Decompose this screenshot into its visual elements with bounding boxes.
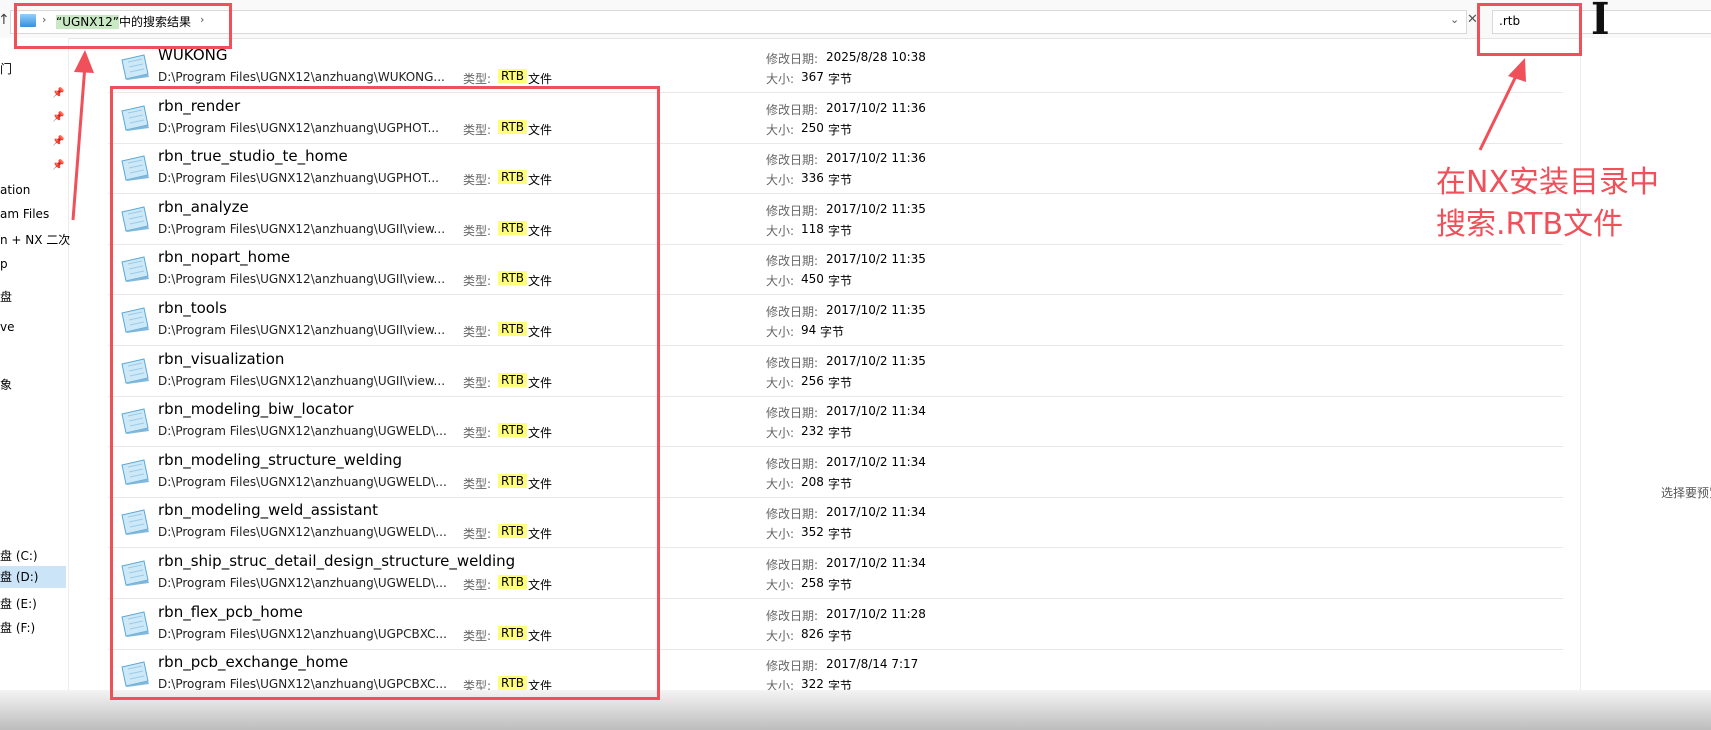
annotation-arrow-line-left [71,64,87,221]
annotation-line-1: 在NX安装目录中 [1436,165,1659,200]
annotation-line-2: 搜索.RTB文件 [1436,207,1624,242]
annotation-arrow-head-left [74,50,94,73]
annotation-arrow-line-right [1478,71,1520,151]
annotation-text: 在NX安装目录中 搜索.RTB文件 [1436,162,1659,246]
annotation-arrow-head-right [1508,58,1526,82]
annotation-arrows [71,50,1526,221]
